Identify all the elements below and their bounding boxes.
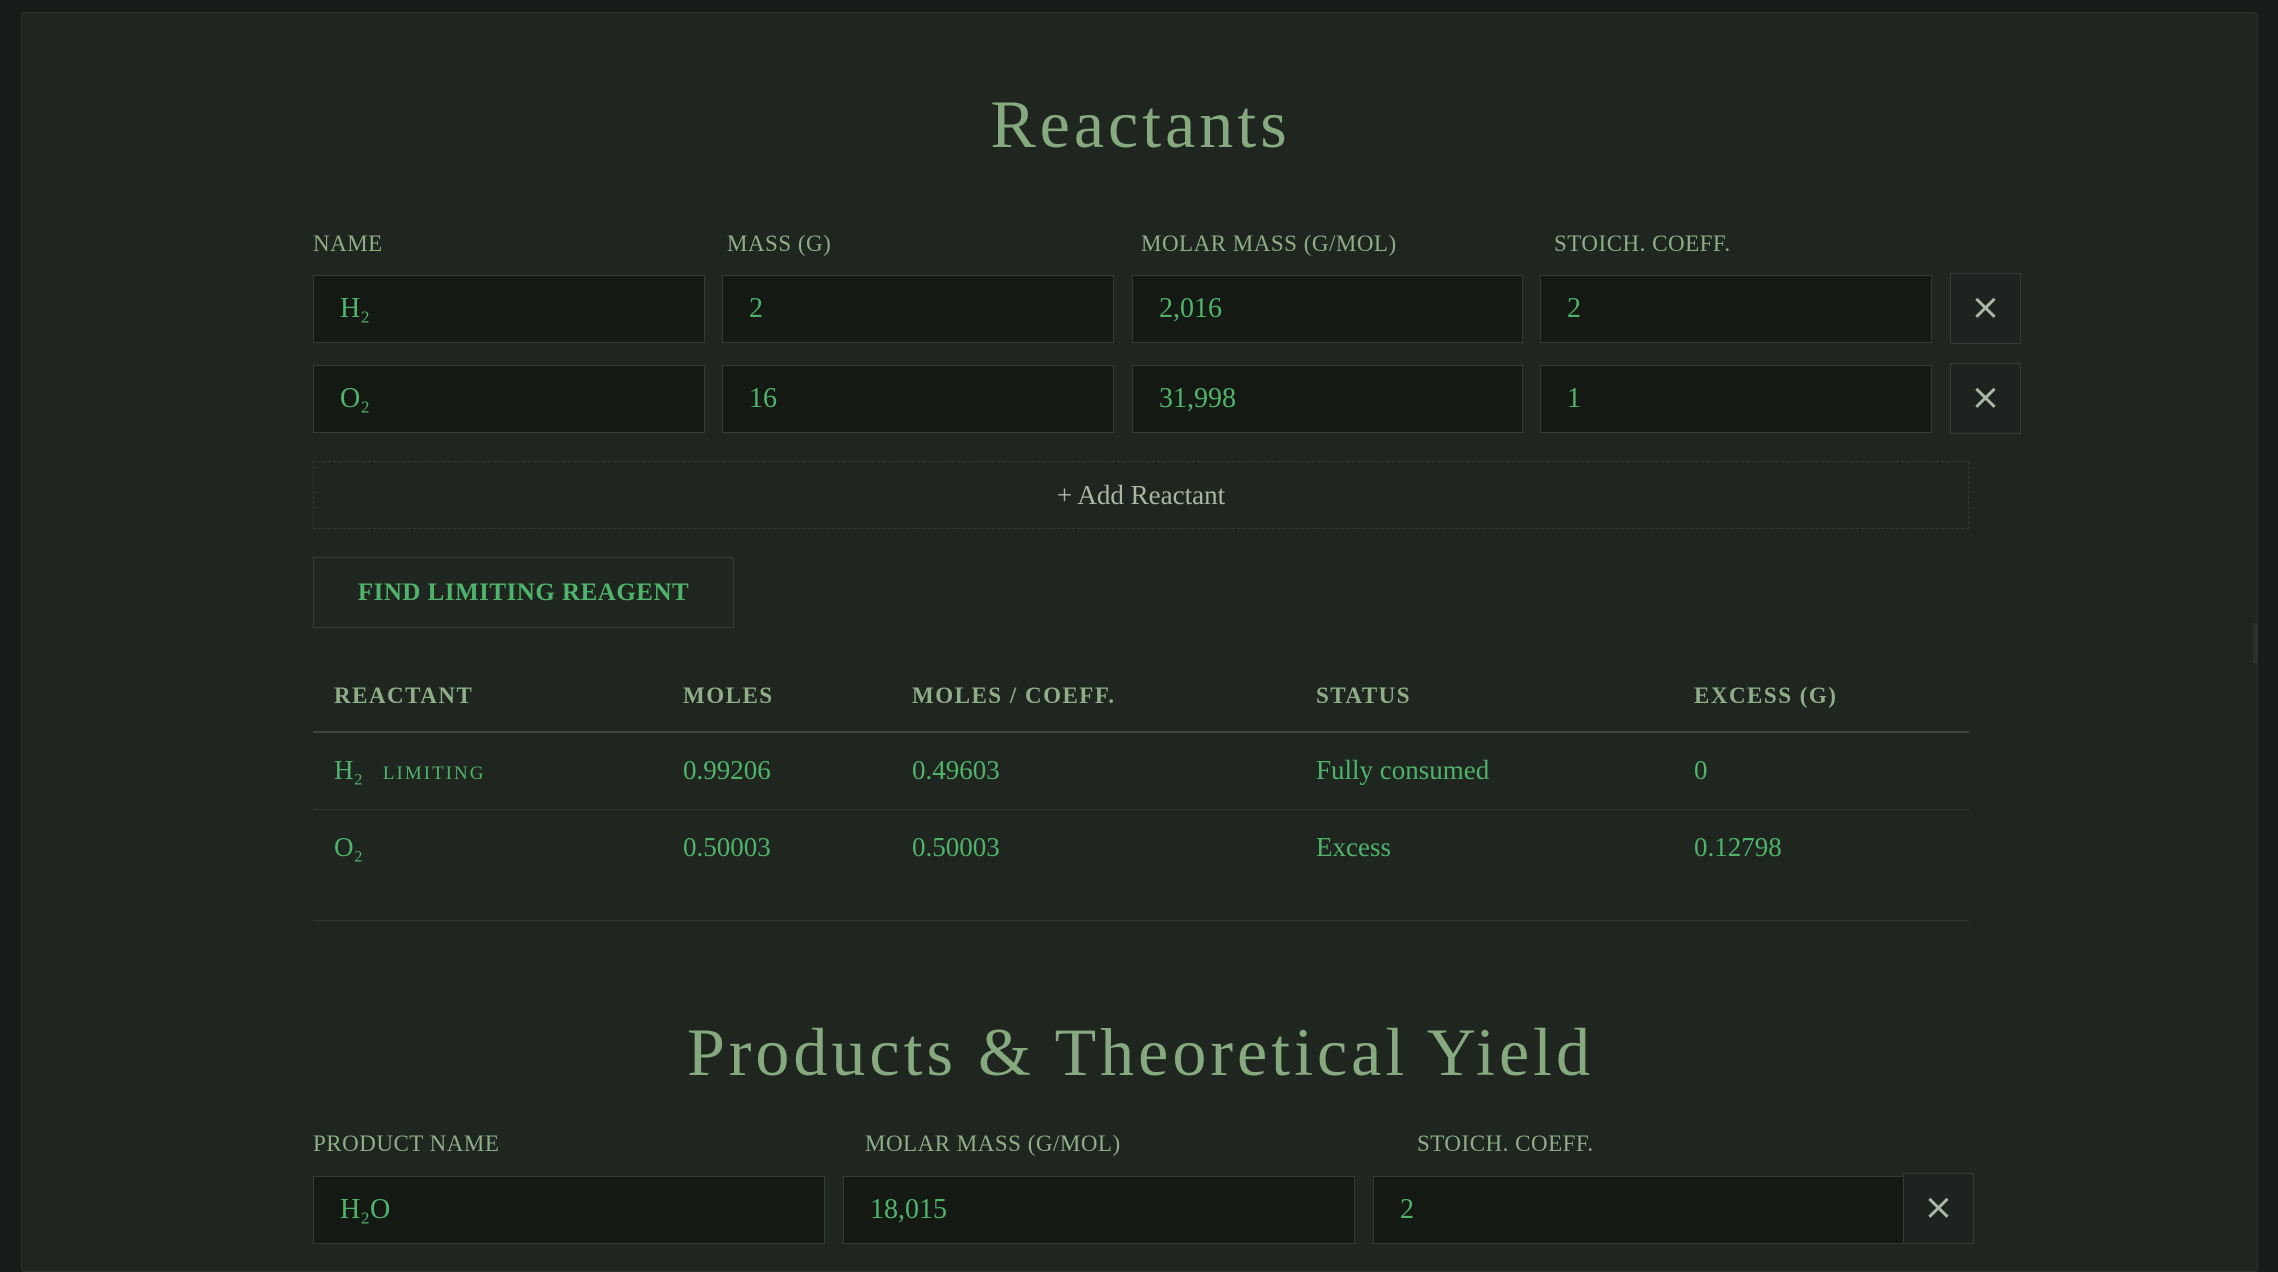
header-moles-coeff: MOLES / COEFF. <box>912 683 1116 708</box>
moles-cell: 0.50003 <box>683 832 771 862</box>
results-header-row: REACTANT MOLES MOLES / COEFF. STATUS EXC… <box>313 673 1969 733</box>
product-molar-mass-column-label: MOLAR MASS (G/MOL) <box>865 1131 1121 1156</box>
reactant-coeff-input[interactable]: 2 <box>1540 275 1932 343</box>
excess-cell: 0.12798 <box>1694 832 1782 862</box>
name-column-label: NAME <box>313 231 383 256</box>
find-limiting-reagent-button[interactable]: FIND LIMITING REAGENT <box>313 557 734 628</box>
limiting-badge: LIMITING <box>382 763 486 784</box>
product-name-column-label: PRODUCT NAME <box>313 1131 500 1156</box>
reactant-molar-mass-input[interactable]: 2,016 <box>1132 275 1523 343</box>
table-row: H₂ LIMITING 0.99206 0.49603 Fully consume… <box>313 733 1969 810</box>
reactant-cell: O₂ <box>334 832 363 863</box>
main-panel: Reactants NAME MASS (G) MOLAR MASS (G/MO… <box>21 12 2258 1272</box>
product-coeff-column-label: STOICH. COEFF. <box>1417 1131 1594 1156</box>
product-coeff-input[interactable]: 2 <box>1373 1176 1905 1244</box>
remove-product-button[interactable]: × <box>1903 1173 1974 1244</box>
reactant-molar-mass-input[interactable]: 31,998 <box>1132 365 1523 433</box>
scrollbar[interactable] <box>2253 623 2257 663</box>
product-molar-mass-input[interactable]: 18,015 <box>843 1176 1355 1244</box>
results-table: REACTANT MOLES MOLES / COEFF. STATUS EXC… <box>313 673 1969 886</box>
reactant-coeff-input[interactable]: 1 <box>1540 365 1932 433</box>
reactant-mass-input[interactable]: 2 <box>722 275 1114 343</box>
products-title: Products & Theoretical Yield <box>686 1014 1595 1090</box>
section-divider <box>313 920 1969 921</box>
reactant-mass-input[interactable]: 16 <box>722 365 1114 433</box>
header-status: STATUS <box>1316 683 1412 708</box>
remove-reactant-button[interactable]: × <box>1950 363 2021 434</box>
moles-cell: 0.99206 <box>683 755 771 785</box>
header-moles: MOLES <box>683 683 774 708</box>
header-excess: EXCESS (G) <box>1694 683 1838 708</box>
molar-mass-column-label: MOLAR MASS (G/MOL) <box>1141 231 1397 256</box>
add-reactant-button[interactable]: + Add Reactant <box>313 461 1969 529</box>
reactant-cell: H₂ LIMITING <box>334 755 485 786</box>
close-icon: × <box>1970 287 2001 328</box>
status-cell: Excess <box>1316 832 1391 862</box>
remove-reactant-button[interactable]: × <box>1950 273 2021 344</box>
mass-column-label: MASS (G) <box>727 231 832 256</box>
moles-coeff-cell: 0.49603 <box>912 755 1000 785</box>
reactant-name-input[interactable]: H₂ <box>313 275 705 343</box>
status-cell: Fully consumed <box>1316 755 1490 785</box>
moles-coeff-cell: 0.50003 <box>912 832 1000 862</box>
coeff-column-label: STOICH. COEFF. <box>1554 231 1731 256</box>
close-icon: × <box>1970 377 2001 418</box>
reactant-name: H₂ <box>334 755 363 785</box>
reactant-name: O₂ <box>334 832 363 862</box>
table-row: O₂ 0.50003 0.50003 Excess 0.12798 <box>313 810 1969 886</box>
header-reactant: REACTANT <box>334 683 474 708</box>
excess-cell: 0 <box>1694 755 1708 785</box>
reactant-name-input[interactable]: O₂ <box>313 365 705 433</box>
reactants-title: Reactants <box>990 86 1291 162</box>
product-name-input[interactable]: H₂O <box>313 1176 825 1244</box>
close-icon: × <box>1923 1187 1954 1228</box>
